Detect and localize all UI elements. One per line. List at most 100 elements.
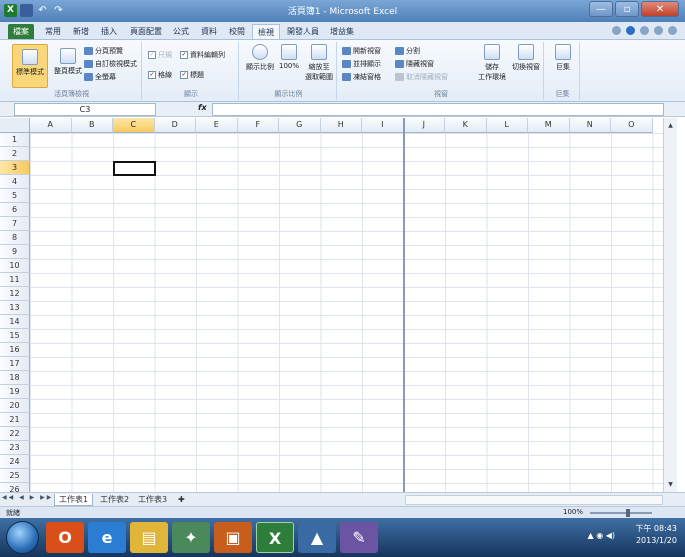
network-app-icon[interactable]: ✦ (172, 522, 210, 553)
row-header-2[interactable]: 2 (0, 147, 30, 161)
tab-home[interactable]: 常用 (40, 24, 66, 39)
system-tray-icons[interactable]: ▲ ◉ ◀) (588, 531, 616, 540)
row-header-20[interactable]: 20 (0, 399, 30, 413)
file-explorer-icon[interactable]: ▤ (130, 522, 168, 553)
vertical-scrollbar[interactable]: ▲ ▼ (663, 118, 677, 492)
row-header-5[interactable]: 5 (0, 189, 30, 203)
column-header-j[interactable]: J (403, 118, 445, 133)
tab-review[interactable]: 校閱 (224, 24, 250, 39)
column-header-b[interactable]: B (71, 118, 113, 133)
row-header-19[interactable]: 19 (0, 385, 30, 399)
column-header-k[interactable]: K (445, 118, 487, 133)
tab-insert[interactable]: 插入 (96, 24, 122, 39)
row-header-4[interactable]: 4 (0, 175, 30, 189)
media-app-icon[interactable]: ▣ (214, 522, 252, 553)
zoom-to-selection-button[interactable]: 縮放至 選取範圍 (303, 44, 335, 82)
window-split-bar[interactable] (403, 118, 405, 492)
workbook-restore-icon[interactable] (654, 26, 663, 35)
row-header-11[interactable]: 11 (0, 273, 30, 287)
zoom-slider[interactable] (590, 512, 652, 514)
column-header-a[interactable]: A (30, 118, 72, 133)
switch-windows-button[interactable]: 切換視窗 (509, 44, 543, 72)
scroll-down-icon[interactable]: ▼ (665, 479, 676, 490)
column-header-o[interactable]: O (611, 118, 653, 133)
gridlines-checkbox[interactable]: ✓ 格線 (148, 70, 172, 80)
workbook-close-icon[interactable] (668, 26, 677, 35)
normal-view-button[interactable]: 標準模式 (12, 44, 48, 88)
row-header-6[interactable]: 6 (0, 203, 30, 217)
system-clock[interactable]: 下午 08:43 2013/1/20 (635, 523, 677, 547)
row-header-21[interactable]: 21 (0, 413, 30, 427)
column-header-f[interactable]: F (237, 118, 279, 133)
row-header-7[interactable]: 7 (0, 217, 30, 231)
page-layout-view-button[interactable]: 整頁模式 (50, 44, 86, 88)
page-break-preview-button[interactable]: 分頁預覽 (84, 46, 123, 56)
column-header-g[interactable]: G (279, 118, 321, 133)
row-header-8[interactable]: 8 (0, 231, 30, 245)
headings-checkbox[interactable]: ✓ 標題 (180, 70, 204, 80)
workbook-minimize-icon[interactable] (640, 26, 649, 35)
column-header-i[interactable]: I (362, 118, 404, 133)
row-header-1[interactable]: 1 (0, 133, 30, 147)
macros-button[interactable]: 巨集 (548, 44, 578, 72)
scroll-up-icon[interactable]: ▲ (665, 120, 676, 131)
freeze-panes-button[interactable]: 凍結窗格 (342, 72, 381, 82)
sheet-tab-3[interactable]: 工作表3 (134, 494, 171, 506)
insert-sheet-icon[interactable]: ✚ (174, 494, 189, 506)
zoom-level[interactable]: 100% (563, 508, 583, 516)
column-header-d[interactable]: D (154, 118, 196, 133)
row-header-17[interactable]: 17 (0, 357, 30, 371)
tab-developer[interactable]: 開發人員 (284, 24, 322, 39)
column-header-c[interactable]: C (113, 118, 155, 133)
split-button[interactable]: 分割 (395, 46, 420, 56)
formula-input[interactable] (212, 103, 664, 116)
unhide-window-button[interactable]: 取消隱藏視窗 (395, 72, 448, 82)
arrange-all-button[interactable]: 並排顯示 (342, 59, 381, 69)
internet-explorer-icon[interactable]: e (88, 522, 126, 553)
column-header-n[interactable]: N (569, 118, 611, 133)
zoom-button[interactable]: 顯示比例 (243, 44, 277, 72)
excel-taskbar-icon[interactable]: X (256, 522, 294, 553)
help-icon[interactable] (626, 26, 635, 35)
row-header-23[interactable]: 23 (0, 441, 30, 455)
active-cell-cursor[interactable] (113, 161, 156, 176)
save-workspace-button[interactable]: 儲存 工作環境 (477, 44, 507, 82)
paint-app-icon[interactable]: ▲ (298, 522, 336, 553)
tab-new[interactable]: 新增 (68, 24, 94, 39)
insert-function-icon[interactable]: fx (198, 103, 207, 112)
column-header-h[interactable]: H (320, 118, 362, 133)
tab-file[interactable]: 檔案 (8, 24, 34, 39)
ruler-checkbox[interactable]: ✓ 尺規 (148, 50, 172, 60)
zoom-slider-thumb[interactable] (626, 509, 630, 517)
row-header-24[interactable]: 24 (0, 455, 30, 469)
start-button-icon[interactable] (6, 521, 39, 554)
sheet-nav-arrows-icon[interactable]: ◀◀ ◀ ▶ ▶▶ (2, 494, 53, 501)
tab-page-layout[interactable]: 頁面配置 (126, 24, 166, 39)
maximize-button[interactable]: ▫ (615, 1, 639, 17)
row-header-25[interactable]: 25 (0, 469, 30, 483)
name-box[interactable]: C3 (14, 103, 156, 116)
custom-views-button[interactable]: 自訂檢視模式 (84, 59, 137, 69)
column-header-m[interactable]: M (528, 118, 570, 133)
cell-grid[interactable] (30, 133, 663, 492)
sheet-tab-2[interactable]: 工作表2 (96, 494, 133, 506)
row-header-13[interactable]: 13 (0, 301, 30, 315)
row-header-9[interactable]: 9 (0, 245, 30, 259)
row-header-12[interactable]: 12 (0, 287, 30, 301)
onenote-app-icon[interactable]: ✎ (340, 522, 378, 553)
row-header-10[interactable]: 10 (0, 259, 30, 273)
zoom-100-button[interactable]: 100% (277, 44, 301, 70)
tab-formulas[interactable]: 公式 (168, 24, 194, 39)
minimize-ribbon-icon[interactable] (612, 26, 621, 35)
minimize-button[interactable]: — (589, 1, 613, 17)
column-header-l[interactable]: L (486, 118, 528, 133)
office-app-icon[interactable]: O (46, 522, 84, 553)
sheet-tab-1[interactable]: 工作表1 (54, 494, 94, 506)
row-header-18[interactable]: 18 (0, 371, 30, 385)
select-all-corner[interactable] (0, 118, 30, 133)
row-header-15[interactable]: 15 (0, 329, 30, 343)
tab-data[interactable]: 資料 (196, 24, 222, 39)
full-screen-button[interactable]: 全螢幕 (84, 72, 116, 82)
hide-window-button[interactable]: 隱藏視窗 (395, 59, 434, 69)
horizontal-scrollbar[interactable] (405, 495, 663, 505)
